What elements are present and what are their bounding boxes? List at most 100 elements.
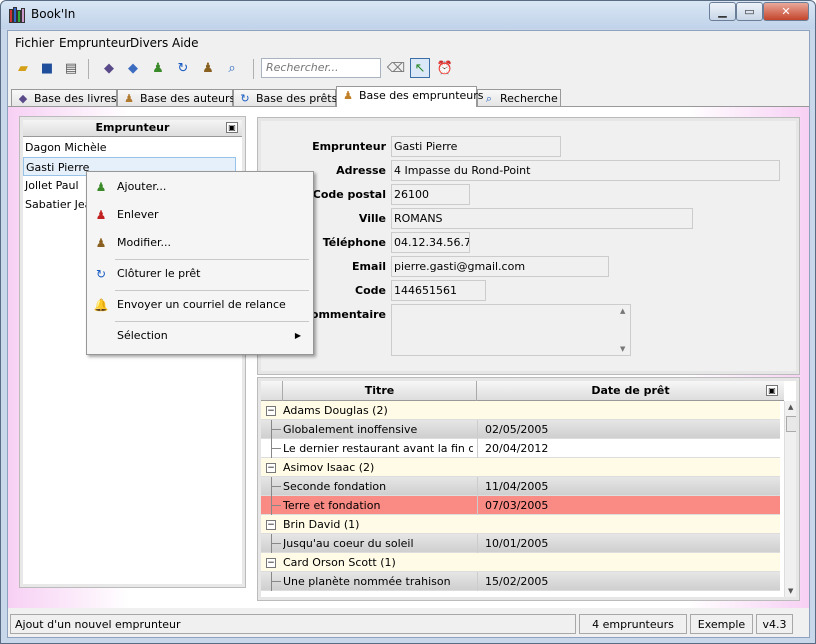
- add-book-icon[interactable]: ◆: [99, 58, 119, 78]
- column-header-date[interactable]: Date de prêt ▣: [477, 381, 784, 401]
- menu-separator: [115, 321, 309, 322]
- column-divider: [477, 572, 478, 591]
- toolbar-separator: [253, 59, 254, 79]
- minimize-button[interactable]: ▁: [709, 2, 736, 21]
- scroll-down-icon[interactable]: ▼: [620, 345, 625, 353]
- menu-fichier[interactable]: Fichier: [15, 36, 54, 50]
- column-chooser-icon[interactable]: ▣: [226, 122, 238, 133]
- table-row[interactable]: Seconde fondation 11/04/2005: [261, 477, 780, 496]
- add-author-icon[interactable]: ◆: [123, 58, 143, 78]
- status-database: Exemple: [690, 614, 753, 634]
- menu-item-relance[interactable]: 🔔 Envoyer un courriel de relance: [89, 294, 311, 316]
- table-row[interactable]: Le dernier restaurant avant la fin du mo…: [261, 439, 780, 458]
- ville-field[interactable]: ROMANS: [391, 208, 693, 229]
- go-arrow-icon[interactable]: ↖: [410, 58, 430, 78]
- column-header-titre[interactable]: Titre: [283, 381, 477, 401]
- collapse-icon[interactable]: −: [266, 558, 276, 568]
- search-input[interactable]: Rechercher...: [261, 58, 381, 78]
- cell-date: 10/01/2005: [485, 537, 549, 550]
- collapse-icon[interactable]: −: [266, 406, 276, 416]
- table-row[interactable]: Jusqu'au coeur du soleil 10/01/2005: [261, 534, 780, 553]
- tab-base-livres[interactable]: ◆ Base des livres: [11, 89, 117, 107]
- code-postal-field[interactable]: 26100: [391, 184, 470, 205]
- telephone-field[interactable]: 04.12.34.56.78: [391, 232, 470, 253]
- add-borrower-icon[interactable]: ♟: [148, 58, 168, 78]
- grid-scrollbar[interactable]: ▲ ▼: [784, 401, 796, 597]
- collapse-icon[interactable]: −: [266, 520, 276, 530]
- commentaire-field[interactable]: ▲ ▼: [391, 304, 631, 356]
- menu-separator: [115, 259, 309, 260]
- cell-date: 02/05/2005: [485, 423, 549, 436]
- bell-icon: 🔔: [93, 298, 109, 312]
- borrower-icon: ♟: [343, 89, 353, 102]
- table-row[interactable]: Terre et fondation 07/03/2005: [261, 496, 780, 515]
- tab-label: Base des livres: [34, 92, 117, 105]
- tree-branch: [271, 486, 281, 487]
- save-icon[interactable]: ■: [37, 58, 57, 78]
- collapse-icon[interactable]: −: [266, 463, 276, 473]
- menu-bar: Fichier Emprunteur Divers Aide: [8, 31, 809, 53]
- scroll-up-icon[interactable]: ▲: [788, 403, 793, 411]
- tab-recherche[interactable]: ⌕ Recherche: [477, 89, 561, 107]
- author-group-row[interactable]: − Asimov Isaac (2): [261, 458, 780, 477]
- author-group-row[interactable]: − Card Orson Scott (1): [261, 553, 780, 572]
- column-header-label: Date de prêt: [591, 384, 670, 397]
- comment-scrollbar[interactable]: ▲ ▼: [618, 305, 630, 355]
- cell-title: Le dernier restaurant avant la fin du mo…: [283, 442, 473, 455]
- scrollbar-thumb[interactable]: [786, 416, 796, 432]
- scroll-down-icon[interactable]: ▼: [788, 587, 793, 595]
- menu-item-label: Enlever: [117, 208, 159, 221]
- menu-divers[interactable]: Divers: [130, 36, 168, 50]
- loan-return-icon[interactable]: ↻: [173, 58, 193, 78]
- list-item[interactable]: Dagon Michèle: [23, 138, 236, 157]
- search-icon[interactable]: ⌕: [222, 58, 242, 78]
- scroll-up-icon[interactable]: ▲: [620, 307, 625, 315]
- new-loan-icon[interactable]: ♟: [198, 58, 218, 78]
- emprunteur-field[interactable]: Gasti Pierre: [391, 136, 561, 157]
- tree-column-header: [261, 381, 283, 401]
- label-emprunteur: Emprunteur: [312, 140, 386, 153]
- book-icon: ◆: [18, 92, 28, 105]
- adresse-field[interactable]: 4 Impasse du Rond-Point: [391, 160, 780, 181]
- email-field[interactable]: pierre.gasti@gmail.com: [391, 256, 609, 277]
- tab-base-prets[interactable]: ↻ Base des prêts: [233, 89, 337, 107]
- menu-item-selection[interactable]: Sélection ▶: [89, 325, 311, 347]
- tab-strip: ◆ Base des livres ♟ Base des auteurs ↻ Base…: [8, 85, 809, 107]
- tab-label: Recherche: [500, 92, 558, 105]
- author-group-row[interactable]: − Adams Douglas (2): [261, 401, 780, 420]
- cell-date: 07/03/2005: [485, 499, 549, 512]
- table-row[interactable]: Une planète nommée trahison 15/02/2005: [261, 572, 780, 591]
- group-title: Adams Douglas (2): [283, 404, 388, 417]
- menu-emprunteur[interactable]: Emprunteur: [59, 36, 131, 50]
- tree-branch: [271, 581, 281, 582]
- alarm-clock-icon[interactable]: ⏰: [435, 58, 455, 78]
- status-version: v4.3: [756, 614, 793, 634]
- open-folder-icon[interactable]: ▰: [13, 58, 33, 78]
- remove-user-icon: ♟: [95, 208, 107, 222]
- menu-item-modifier[interactable]: ♟ Modifier...: [89, 232, 311, 254]
- column-divider: [477, 496, 478, 515]
- eraser-icon[interactable]: ⌫: [386, 58, 406, 78]
- tree-branch: [271, 429, 281, 430]
- print-icon[interactable]: ▤: [61, 58, 81, 78]
- menu-item-cloturer[interactable]: ↻ Clôturer le prêt: [89, 263, 311, 285]
- close-button[interactable]: ✕: [763, 2, 809, 21]
- status-bar: Ajout d'un nouvel emprunteur 4 emprunteu…: [8, 613, 809, 635]
- tab-base-emprunteurs[interactable]: ♟ Base des emprunteurs: [336, 86, 484, 107]
- context-menu: ♟ Ajouter... ♟ Enlever ♟ Modifier... ↻ Clôtu…: [86, 171, 314, 355]
- menu-item-label: Ajouter...: [117, 180, 167, 193]
- menu-item-label: Modifier...: [117, 236, 171, 249]
- author-group-row[interactable]: − Brin David (1): [261, 515, 780, 534]
- column-divider: [477, 477, 478, 496]
- toolbar-separator: [88, 59, 89, 79]
- code-field[interactable]: 144651561: [391, 280, 486, 301]
- menu-item-enlever[interactable]: ♟ Enlever: [89, 204, 311, 226]
- menu-aide[interactable]: Aide: [172, 36, 199, 50]
- group-title: Asimov Isaac (2): [283, 461, 375, 474]
- column-chooser-icon[interactable]: ▣: [766, 385, 778, 396]
- table-row[interactable]: Globalement inoffensive 02/05/2005: [261, 420, 780, 439]
- tab-base-auteurs[interactable]: ♟ Base des auteurs: [117, 89, 235, 107]
- borrower-list-header[interactable]: Emprunteur ▣: [23, 120, 242, 137]
- maximize-button[interactable]: ▭: [736, 2, 763, 21]
- menu-item-ajouter[interactable]: ♟ Ajouter...: [89, 176, 311, 198]
